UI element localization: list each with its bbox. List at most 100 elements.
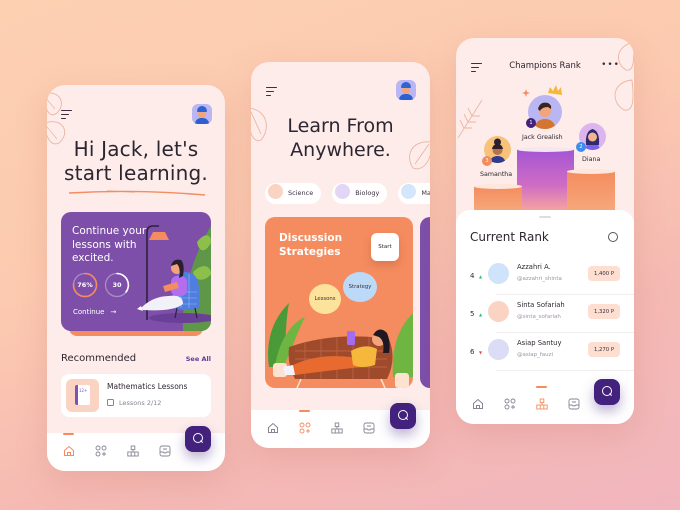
calculator-icon [401,184,417,199]
drag-handle[interactable] [539,216,551,218]
category-chip-science[interactable]: Science [265,183,322,204]
category-chip-math[interactable]: Math [398,183,430,204]
search-button[interactable] [390,403,416,429]
atom-icon [268,184,283,199]
user-avatar [488,263,509,284]
user-name: Azzahri A. [517,263,551,271]
podium-second [567,171,615,210]
rank-screen: Champions Rank ••• 1 Jack Grealish 2 Dia… [456,38,634,424]
search-button[interactable] [594,379,620,405]
explore-screen: Learn From Anywhere. Science Biology Mat… [251,62,430,448]
champion-name-2: Diana [582,156,601,163]
leaderboard-icon[interactable] [331,422,343,434]
current-rank-title: Current Rank [470,230,549,244]
chip-label: Math [421,189,430,197]
category-chips: Science Biology Math [265,180,430,204]
rank-row[interactable]: 6 ▼ Asiap Santuy @asiap_fauzi 1,270 P [456,333,634,371]
more-options-button[interactable]: ••• [601,60,620,70]
trend-down-icon: ▼ [479,350,483,355]
course-title-line-2: Strategies [279,246,341,258]
lessons-ring: 30 [104,272,130,298]
user-name: Asiap Santuy [517,339,562,347]
course-title: Discussion Strategies [279,231,342,259]
progress-ring: 76% [72,272,98,298]
podium-third [474,186,522,210]
search-icon[interactable] [608,232,618,242]
greeting-title: Hi Jack, let's start learning. [47,137,225,185]
page-title: Learn From Anywhere. [251,114,430,162]
user-handle: @azzahri_shinta [517,276,562,282]
rank-row[interactable]: 4 ▲ Azzahri A. @azzahri_shinta 1,400 P [456,257,634,295]
profile-avatar[interactable] [192,104,212,124]
next-course-card[interactable] [420,217,430,388]
divider [496,370,634,371]
champion-name-1: Jack Grealish [522,134,563,141]
home-screen: Hi Jack, let's start learning. Continue … [47,85,225,471]
rank-number: 4 [470,272,475,280]
category-chip-biology[interactable]: Biology [332,183,388,204]
title-line-1: Learn From [287,115,394,137]
menu-button[interactable] [61,110,73,119]
trend-up-icon: ▲ [479,312,483,317]
inbox-icon[interactable] [568,398,580,410]
user-handle: @sinta_sofariah [517,314,561,320]
inbox-icon[interactable] [159,445,171,457]
home-icon[interactable] [267,422,279,434]
active-nav-indicator [536,386,547,388]
relaxing-girl-illustration [268,303,413,388]
points-badge: 1,270 P [588,342,620,357]
home-icon[interactable] [472,398,484,410]
podium-top [517,147,574,152]
leaderboard-icon[interactable] [127,445,139,457]
podium-top [567,169,615,174]
lesson-card[interactable]: Mathematics Lessons Lessons 2/12 [61,374,211,417]
course-card[interactable]: Discussion Strategies Start Lessons Stra… [265,217,413,388]
document-icon [66,379,99,412]
chip-label: Biology [355,189,380,197]
podium-first [517,149,574,210]
see-all-link[interactable]: See All [186,355,211,363]
user-avatar [488,339,509,360]
continue-label: Continue [73,308,105,316]
podium-top [474,184,522,189]
recommended-title: Recommended [61,353,137,364]
fern-decoration-icon [457,99,483,139]
reading-girl-illustration [137,225,211,331]
champion-name-3: Samantha [480,171,513,178]
chip-label: Science [288,189,314,197]
start-button[interactable]: Start [371,233,399,261]
rank-number: 5 [470,310,475,318]
user-name: Sinta Sofariah [517,301,565,309]
grid-plus-icon[interactable] [95,445,107,457]
rank-badge-3: 3 [482,156,492,166]
rank-badge-1: 1 [526,118,536,128]
continue-lessons-card[interactable]: Continue your lessons with excited. 76% … [61,212,211,331]
greeting-line-2: start learning. [64,161,208,185]
leaderboard-icon[interactable] [536,398,548,410]
menu-button[interactable] [266,87,278,96]
lesson-progress-text: Lessons 2/12 [119,399,162,407]
lessons-icon [107,399,114,406]
trend-up-icon: ▲ [479,274,483,279]
progress-percent-label: 76% [77,281,93,289]
inbox-icon[interactable] [363,422,375,434]
brain-icon [335,184,351,199]
search-button[interactable] [185,426,211,452]
rank-row[interactable]: 5 ▲ Sinta Sofariah @sinta_sofariah 1,320… [456,295,634,333]
active-nav-indicator [299,410,310,412]
user-avatar [488,301,509,322]
home-icon[interactable] [63,445,75,457]
points-badge: 1,400 P [588,266,620,281]
arrow-right-icon: → [110,308,117,316]
user-handle: @asiap_fauzi [517,352,554,358]
course-title-line-1: Discussion [279,232,343,244]
points-badge: 1,320 P [588,304,620,319]
profile-avatar[interactable] [396,80,416,100]
greeting-line-1: Hi Jack, let's [73,137,199,161]
grid-plus-icon[interactable] [299,422,311,434]
title-line-2: Anywhere. [290,139,391,161]
continue-link[interactable]: Continue → [73,308,116,316]
active-nav-indicator [63,433,74,435]
lessons-count-label: 30 [112,281,122,289]
grid-plus-icon[interactable] [504,398,516,410]
